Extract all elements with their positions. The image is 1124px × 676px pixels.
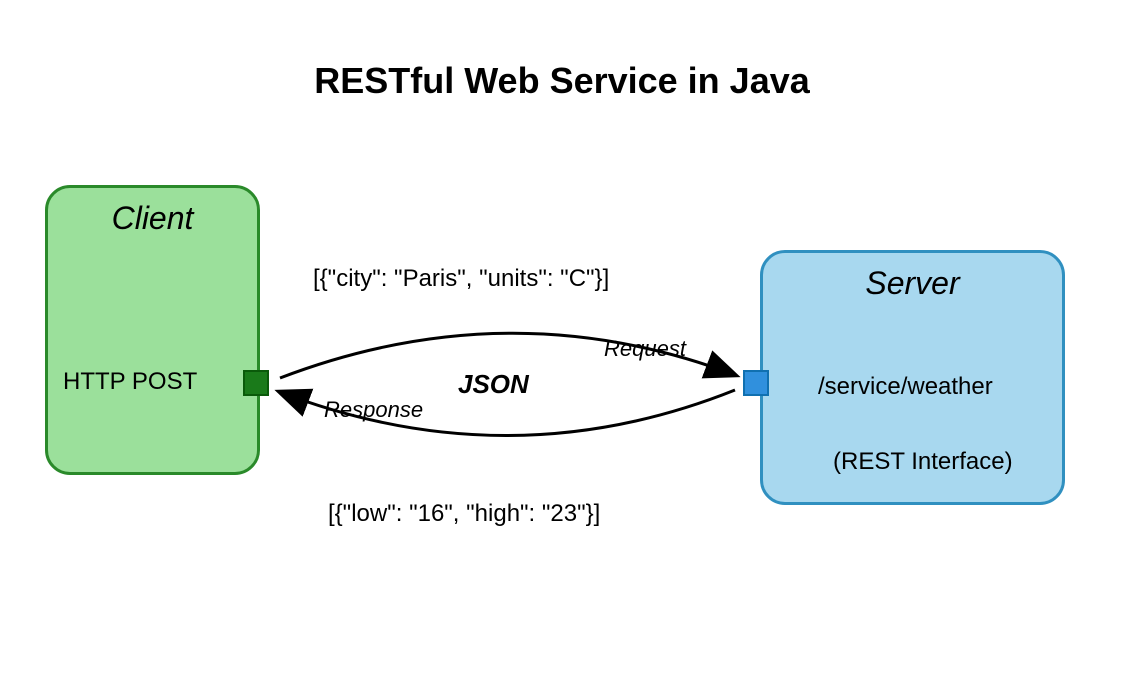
server-endpoint: /service/weather — [818, 373, 993, 401]
diagram-title: RESTful Web Service in Java — [314, 60, 810, 102]
server-port — [743, 370, 769, 396]
response-payload-text: [{"low": "16", "high": "23"}] — [328, 500, 600, 528]
json-format-label: JSON — [458, 369, 529, 400]
server-label: Server — [865, 265, 959, 302]
server-box: Server /service/weather (REST Interface) — [760, 250, 1065, 505]
client-port — [243, 370, 269, 396]
request-label: Request — [604, 336, 686, 362]
http-method-label: HTTP POST — [63, 368, 197, 396]
client-box: Client HTTP POST — [45, 185, 260, 475]
request-payload-text: [{"city": "Paris", "units": "C"}] — [313, 265, 609, 293]
server-interface: (REST Interface) — [833, 448, 1013, 476]
client-label: Client — [112, 200, 194, 237]
response-label: Response — [324, 397, 423, 423]
